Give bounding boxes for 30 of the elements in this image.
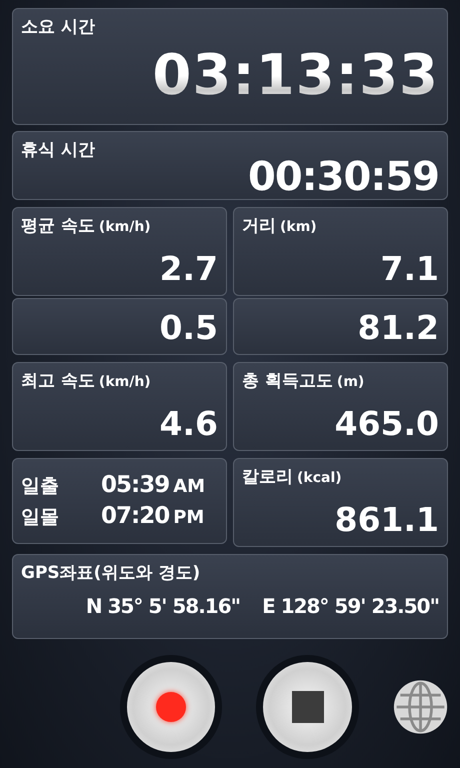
globe-icon[interactable] — [392, 679, 448, 735]
sun-time: 05:39 — [101, 472, 170, 498]
card-label: 소요 시간 — [21, 16, 96, 38]
sun-label: 일몰 — [21, 505, 60, 530]
sun-time: 07:20 — [101, 503, 170, 529]
card-label: 휴식 시간 — [21, 139, 96, 161]
unit-label: (km/h) — [98, 219, 151, 235]
latitude-value: N 35° 5' 58.16" — [86, 594, 240, 618]
unit-label: (km) — [280, 219, 317, 235]
time-suffix: AM — [173, 476, 206, 497]
card-label: 총 획득고도 — [242, 370, 333, 392]
card-label: 평균 속도 — [21, 215, 95, 237]
stat-value: 2.7 — [160, 250, 218, 289]
stat-value: 861.1 — [334, 502, 439, 540]
stat-value: 4.6 — [160, 406, 218, 444]
stat-value: 81.2 — [358, 310, 439, 348]
card-label: 칼로리 — [242, 466, 293, 488]
unit-label: (kcal) — [297, 470, 342, 486]
stat-value: 465.0 — [334, 406, 439, 444]
card-label: 거리 — [242, 215, 276, 237]
time-suffix: PM — [173, 507, 204, 528]
unit-label: (km/h) — [98, 374, 151, 390]
card-label: GPS좌표(위도와 경도) — [21, 562, 202, 584]
longitude-value: E 128° 59' 23.50" — [262, 594, 439, 618]
stat-value: 7.1 — [380, 250, 439, 289]
sun-label: 일출 — [21, 474, 60, 499]
rest-time: 00:30:59 — [248, 157, 439, 197]
stat-value: 0.5 — [160, 310, 218, 348]
unit-label: (m) — [336, 374, 364, 390]
card-label: 최고 속도 — [21, 370, 95, 392]
